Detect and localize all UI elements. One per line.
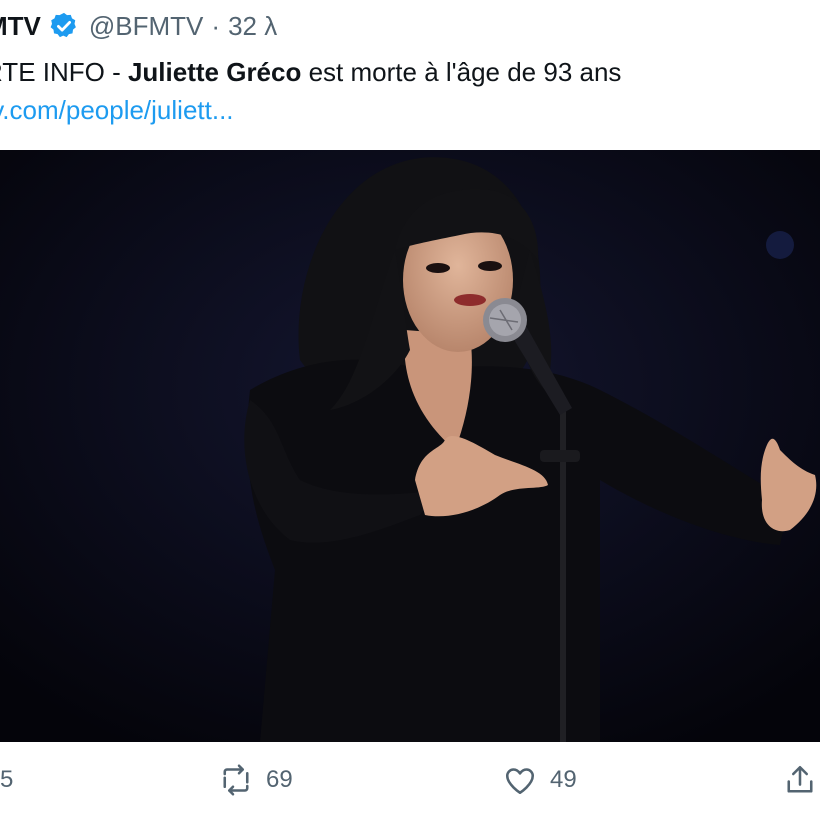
share-icon	[787, 765, 813, 793]
reply-button[interactable]: 5	[0, 762, 13, 798]
heart-icon	[505, 768, 535, 795]
verified-badge-icon	[50, 12, 76, 38]
retweet-icon	[223, 764, 249, 796]
author-display-name[interactable]: MTV	[0, 11, 41, 42]
tweet-text-prefix: RTE INFO -	[0, 56, 121, 87]
tweet-link[interactable]: tv.com/people/juliett...	[0, 92, 234, 128]
like-button[interactable]: 49	[502, 762, 577, 798]
meta-separator: ·	[211, 10, 221, 41]
tweet-actions: 5 69 49	[0, 742, 820, 820]
tweet-timestamp[interactable]: 32 λ	[228, 11, 277, 42]
retweet-button[interactable]: 69	[218, 762, 293, 798]
tweet-photo[interactable]	[0, 150, 820, 742]
tweet-header: MTV @BFMTV · 32 λ RTE INFO - Juliette Gr…	[0, 0, 820, 150]
author-handle[interactable]: @BFMTV	[89, 11, 204, 42]
tweet-text-bold: Juliette Gréco	[127, 56, 302, 87]
tweet-author-line: MTV @BFMTV · 32 λ	[0, 8, 277, 44]
share-button[interactable]	[782, 762, 818, 798]
photo-singer-illustration	[0, 150, 820, 742]
retweet-count: 69	[266, 766, 293, 793]
tweet-text: RTE INFO - Juliette Gréco est morte à l'…	[0, 54, 621, 90]
tweet-text-suffix: est morte à l'âge de 93 ans	[301, 56, 622, 87]
reply-count: 5	[0, 766, 14, 793]
like-count: 49	[550, 766, 577, 793]
